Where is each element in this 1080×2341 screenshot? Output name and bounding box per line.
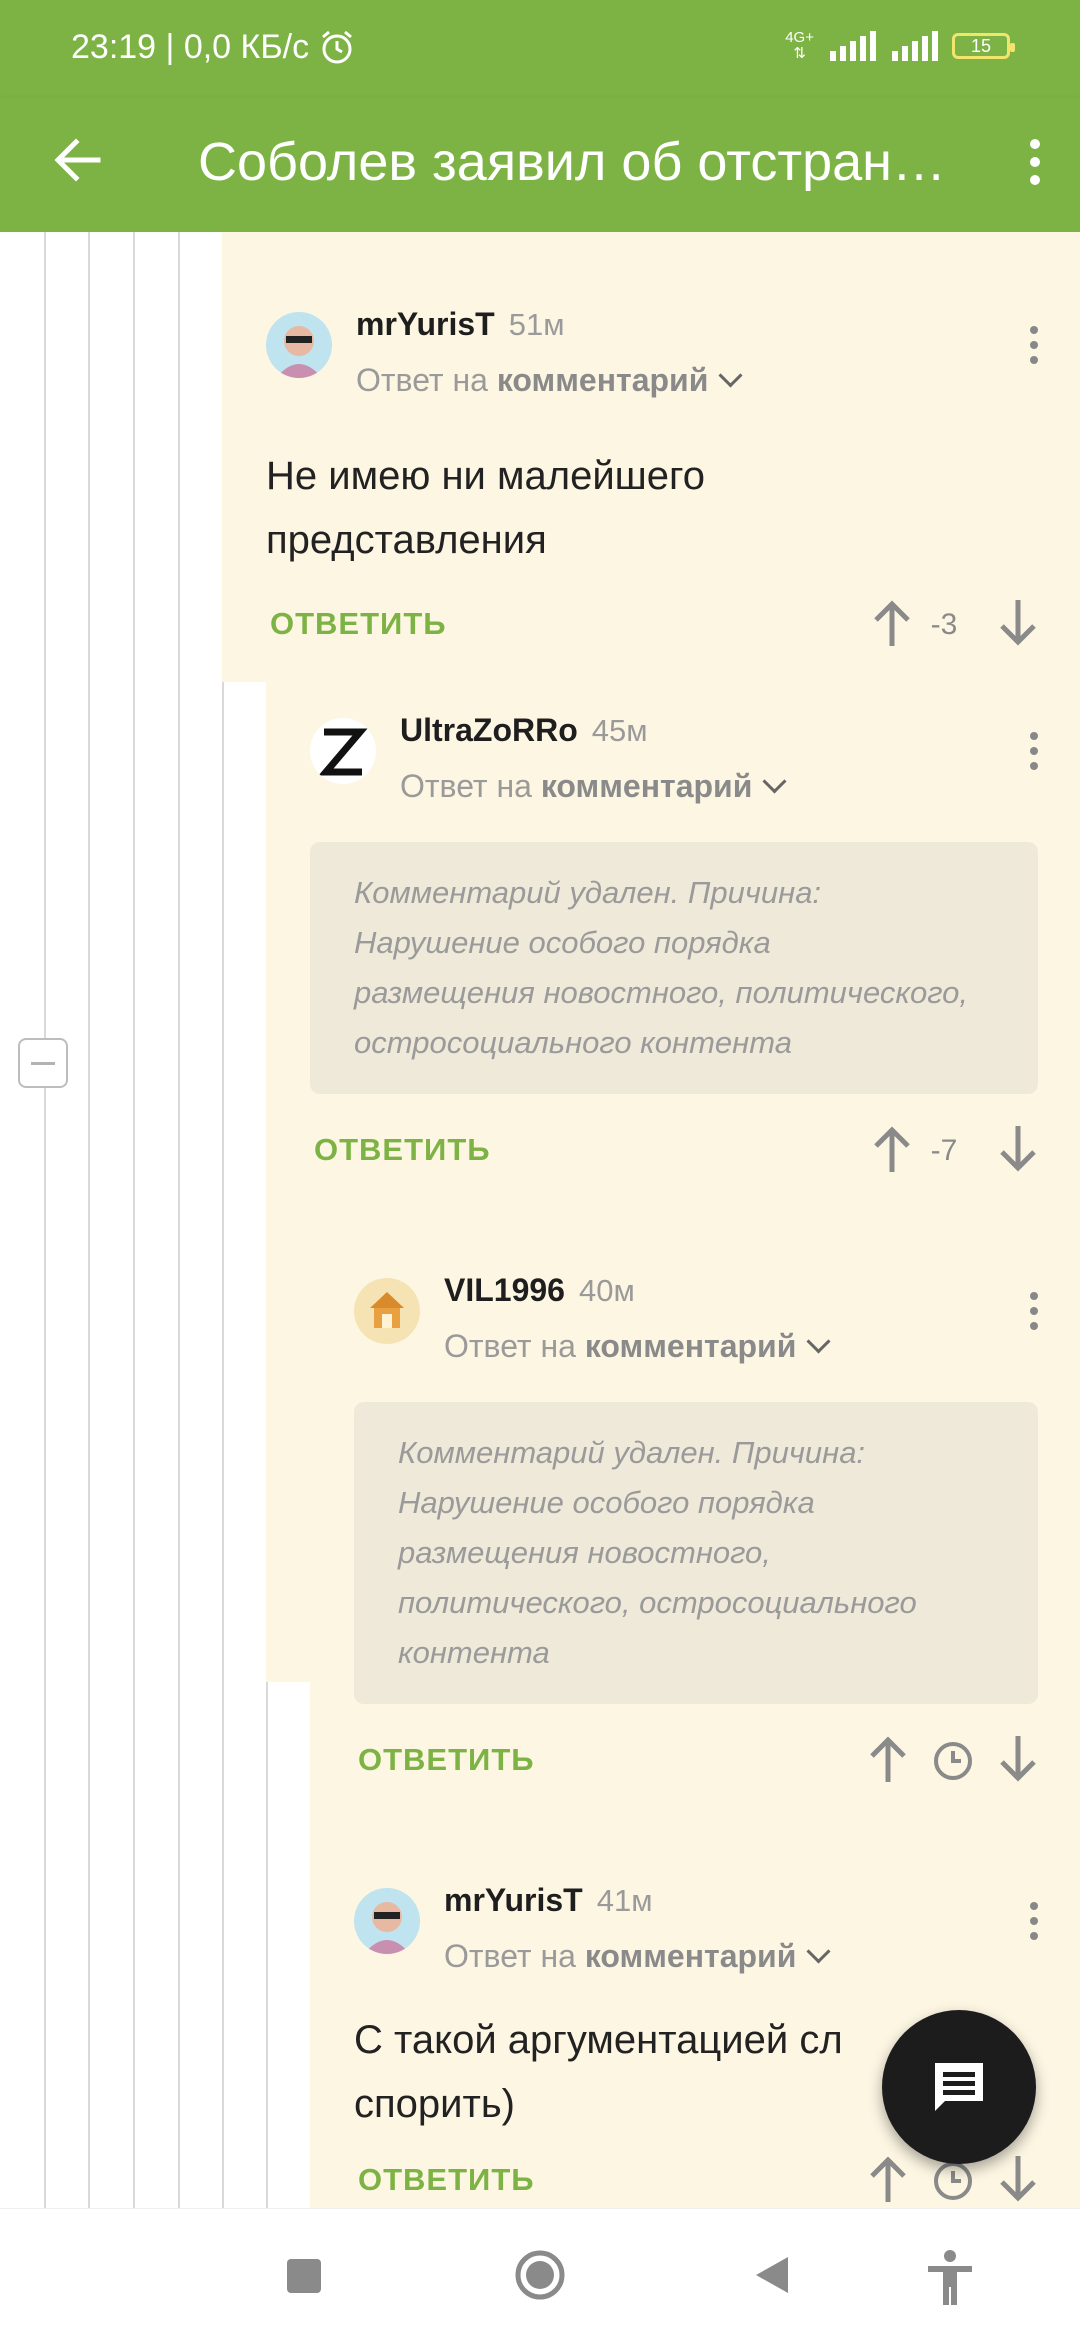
comment-actions: ОТВЕТИТЬ bbox=[354, 1732, 1080, 1792]
more-vertical-icon[interactable] bbox=[1026, 732, 1042, 776]
thread-line bbox=[44, 232, 46, 2208]
page-title: Соболев заявил об отстранении bbox=[198, 132, 958, 192]
thread-line bbox=[178, 232, 180, 2208]
clock-icon bbox=[934, 2162, 972, 2200]
chevron-down-icon[interactable] bbox=[718, 363, 743, 388]
comment-author[interactable]: VIL1996 40м bbox=[444, 1272, 635, 1309]
comment: VIL1996 40м Ответ на комментарий Коммента… bbox=[354, 1272, 1080, 1818]
status-bar: 23:19 | 0,0 КБ/с 4G+ ⇅ 15 bbox=[0, 0, 1080, 98]
comment: UltraZoRRo 45м Ответ на комментарий Комме… bbox=[310, 712, 1080, 1198]
downvote-icon[interactable] bbox=[998, 598, 1038, 648]
chat-icon bbox=[935, 2063, 983, 2111]
accessibility-icon[interactable] bbox=[924, 2249, 976, 2307]
reply-to[interactable]: Ответ на комментарий bbox=[444, 1328, 831, 1365]
comment-time: 41м bbox=[596, 1883, 653, 1918]
comment-author[interactable]: UltraZoRRo 45м bbox=[400, 712, 648, 749]
comment-text: Не имею ни малейшего представления bbox=[266, 454, 705, 562]
upvote-icon[interactable] bbox=[872, 598, 912, 648]
comment-time: 45м bbox=[591, 713, 648, 748]
reply-button[interactable]: ОТВЕТИТЬ bbox=[358, 2162, 535, 2198]
alarm-icon bbox=[322, 30, 352, 64]
signal-icon bbox=[830, 31, 876, 61]
avatar[interactable] bbox=[310, 718, 376, 784]
system-nav-bar bbox=[0, 2208, 1080, 2341]
deleted-comment-notice: Комментарий удален. Причина: Нарушение о… bbox=[354, 1402, 1038, 1704]
comment: mrYurisT 51м Ответ на комментарий Не имею… bbox=[266, 306, 1080, 672]
signal-icon-2 bbox=[892, 31, 938, 61]
upvote-icon[interactable] bbox=[872, 1124, 912, 1174]
more-vertical-icon[interactable] bbox=[1026, 326, 1042, 370]
more-vertical-icon[interactable] bbox=[1026, 1292, 1042, 1336]
recents-icon[interactable] bbox=[286, 2249, 322, 2301]
collapse-thread-button[interactable] bbox=[18, 1038, 68, 1088]
deleted-comment-notice: Комментарий удален. Причина: Нарушение о… bbox=[310, 842, 1038, 1094]
reply-button[interactable]: ОТВЕТИТЬ bbox=[358, 1742, 535, 1778]
status-time-speed: 23:19 | 0,0 КБ/с bbox=[71, 28, 310, 66]
reply-to[interactable]: Ответ на комментарий bbox=[444, 1938, 831, 1975]
comment-actions: ОТВЕТИТЬ -7 bbox=[310, 1122, 1080, 1182]
upvote-icon[interactable] bbox=[868, 1734, 908, 1784]
upvote-icon[interactable] bbox=[868, 2154, 908, 2204]
chevron-down-icon[interactable] bbox=[806, 1329, 831, 1354]
reply-to[interactable]: Ответ на комментарий bbox=[400, 768, 787, 805]
comment-author[interactable]: mrYurisT 41м bbox=[444, 1882, 653, 1919]
network-type: 4G+ ⇅ bbox=[785, 29, 814, 62]
status-time: 23:19 bbox=[71, 28, 157, 66]
chevron-down-icon[interactable] bbox=[762, 769, 787, 794]
comment-author[interactable]: mrYurisT 51м bbox=[356, 306, 565, 343]
more-vertical-icon[interactable] bbox=[1026, 1902, 1042, 1946]
clock-icon bbox=[934, 1742, 972, 1780]
downvote-icon[interactable] bbox=[998, 2154, 1038, 2204]
downvote-icon[interactable] bbox=[998, 1734, 1038, 1784]
comment-text: С такой аргументацией сл спорить) bbox=[354, 2018, 843, 2126]
status-icons: 4G+ ⇅ 15 bbox=[785, 29, 1015, 62]
home-icon[interactable] bbox=[514, 2249, 566, 2301]
back-icon[interactable] bbox=[752, 2249, 792, 2301]
comment-actions: ОТВЕТИТЬ -3 bbox=[266, 596, 1080, 656]
app-bar: Соболев заявил об отстранении bbox=[0, 98, 1080, 232]
back-arrow-icon[interactable] bbox=[50, 132, 106, 188]
comment-score: -7 bbox=[930, 1134, 958, 1167]
reply-to[interactable]: Ответ на комментарий bbox=[356, 362, 743, 399]
chat-fab-button[interactable] bbox=[882, 2010, 1036, 2164]
reply-button[interactable]: ОТВЕТИТЬ bbox=[314, 1132, 491, 1168]
comment-score: -3 bbox=[930, 608, 958, 641]
comment-time: 51м bbox=[508, 307, 565, 342]
battery-icon: 15 bbox=[952, 33, 1015, 59]
avatar[interactable] bbox=[354, 1278, 420, 1344]
avatar[interactable] bbox=[354, 1888, 420, 1954]
thread-line bbox=[88, 232, 90, 2208]
downvote-icon[interactable] bbox=[998, 1124, 1038, 1174]
comment-time: 40м bbox=[578, 1273, 635, 1308]
reply-button[interactable]: ОТВЕТИТЬ bbox=[270, 606, 447, 642]
more-vertical-icon[interactable] bbox=[1010, 130, 1060, 194]
comment-thread: mrYurisT 51м Ответ на комментарий Не имею… bbox=[0, 232, 1080, 2208]
thread-line bbox=[133, 232, 135, 2208]
avatar[interactable] bbox=[266, 312, 332, 378]
network-speed: 0,0 КБ/с bbox=[183, 28, 310, 66]
chevron-down-icon[interactable] bbox=[806, 1939, 831, 1964]
